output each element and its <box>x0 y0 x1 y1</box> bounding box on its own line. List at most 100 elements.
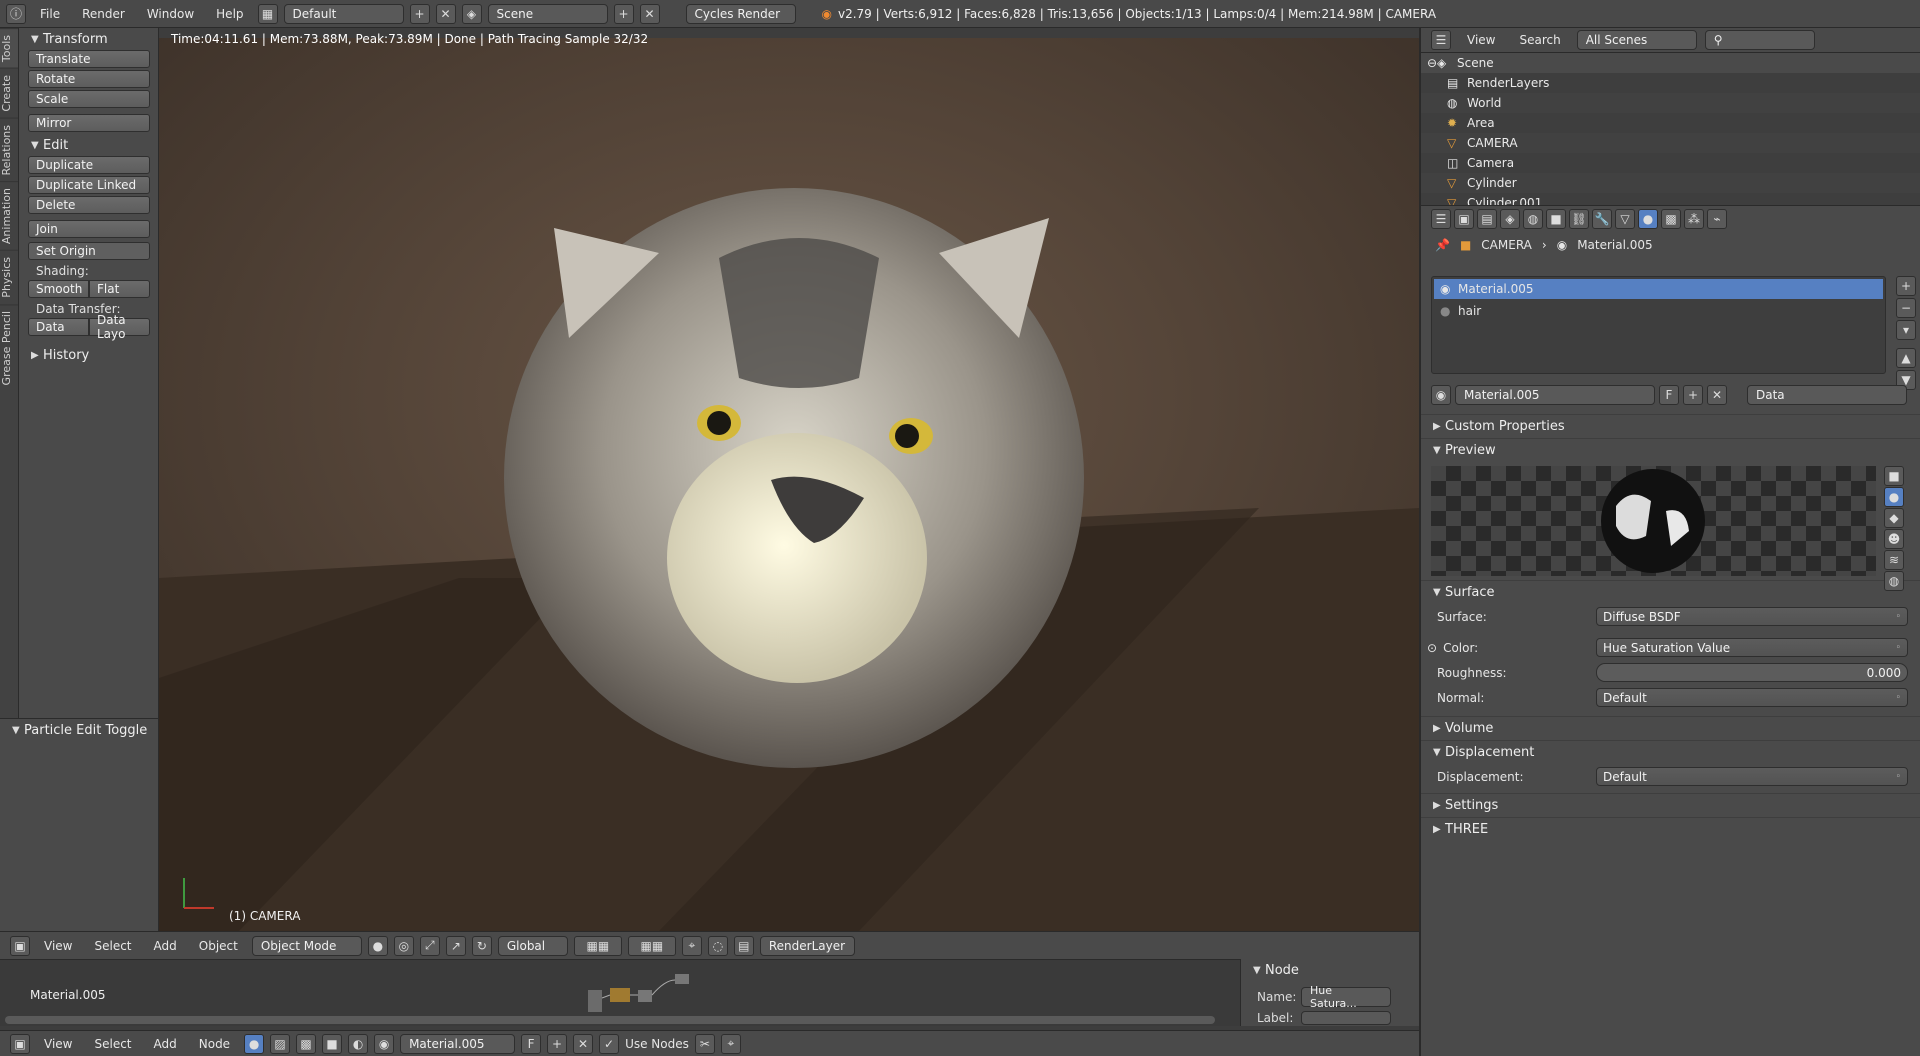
constraints-tab-icon[interactable]: ⛓ <box>1569 209 1589 229</box>
displacement-select[interactable]: Default ◦ <box>1596 767 1908 786</box>
pivot-icon[interactable]: ◎ <box>393 935 414 956</box>
outliner-row-cylinder[interactable]: ▽ Cylinder <box>1421 173 1920 193</box>
mode-select[interactable]: Object Mode <box>251 935 362 956</box>
node-material-field[interactable]: Material.005 <box>400 1033 516 1054</box>
node-scrollbar[interactable] <box>5 1016 1215 1024</box>
layers-tab-icon[interactable]: ▤ <box>1477 209 1497 229</box>
proportional-icon[interactable]: ◌ <box>707 935 728 956</box>
surface-header[interactable]: ▼ Surface <box>1421 580 1920 604</box>
smooth-button[interactable]: Smooth <box>28 280 89 298</box>
preview-header[interactable]: ▼ Preview <box>1421 438 1920 462</box>
texture-tab-icon[interactable]: ▩ <box>1661 209 1681 229</box>
shader-nodes-icon[interactable]: ● <box>244 1033 265 1054</box>
outliner-display-select[interactable]: All Scenes <box>1576 30 1697 50</box>
remove-scene-icon[interactable]: ✕ <box>639 3 660 24</box>
normal-input-select[interactable]: Default ◦ <box>1596 688 1908 707</box>
snap-icon[interactable]: ⌖ <box>681 935 702 956</box>
node-menu-add[interactable]: Add <box>146 1037 185 1051</box>
layout-field[interactable]: Default <box>283 3 404 24</box>
remove-layout-icon[interactable]: ✕ <box>435 3 456 24</box>
preview-flat-icon[interactable]: ■ <box>1884 466 1904 486</box>
vp-menu-select[interactable]: Select <box>86 939 139 953</box>
add-slot-icon[interactable]: + <box>1896 276 1916 296</box>
outliner-row-renderlayers[interactable]: ▤ RenderLayers <box>1421 73 1920 93</box>
add-layout-icon[interactable]: + <box>409 3 430 24</box>
slot-row-hair[interactable]: ● hair <box>1434 301 1883 321</box>
node-menu-select[interactable]: Select <box>86 1037 139 1051</box>
data-layout-button[interactable]: Data Layo <box>89 313 150 341</box>
outliner-row-cylinder-001[interactable]: ▽ Cylinder.001 <box>1421 193 1920 205</box>
render-tab-icon[interactable]: ▣ <box>1454 209 1474 229</box>
edit-panel-header[interactable]: ▼ Edit <box>19 134 158 156</box>
world-tab-icon[interactable]: ◍ <box>1523 209 1543 229</box>
new-material-icon[interactable]: + <box>547 1033 568 1054</box>
orientation-select[interactable]: Global <box>497 935 568 956</box>
material-fake-user-button[interactable]: F <box>1659 385 1679 405</box>
node-editor-type-icon[interactable]: ▣ <box>10 1033 30 1054</box>
menu-file[interactable]: File <box>32 7 68 21</box>
render-engine-select[interactable]: Cycles Render <box>685 3 796 24</box>
duplicate-button[interactable]: Duplicate <box>28 156 150 174</box>
link-select[interactable]: Data <box>1747 385 1907 405</box>
rotate-button[interactable]: Rotate <box>28 70 150 88</box>
material-name-field[interactable]: Material.005 <box>1455 385 1655 405</box>
modifiers-tab-icon[interactable]: 🔧 <box>1592 209 1612 229</box>
object-tab-icon[interactable]: ■ <box>1546 209 1566 229</box>
node-menu-view[interactable]: View <box>36 1037 80 1051</box>
rotate-manipulator-icon[interactable]: ↻ <box>471 935 492 956</box>
translate-manipulator-icon[interactable]: ↗ <box>445 935 466 956</box>
preview-cube-icon[interactable]: ◆ <box>1884 508 1904 528</box>
surface-shader-select[interactable]: Diffuse BSDF ◦ <box>1596 607 1908 626</box>
outliner-search-input[interactable]: ⚲ <box>1704 30 1815 50</box>
scene-icon[interactable]: ◈ <box>461 3 482 24</box>
data-tab-icon[interactable]: ▽ <box>1615 209 1635 229</box>
duplicate-linked-button[interactable]: Duplicate Linked <box>28 176 150 194</box>
outliner-row-camera-mesh[interactable]: ▽ CAMERA <box>1421 133 1920 153</box>
backdrop-icon[interactable]: ✂ <box>694 1033 715 1054</box>
manipulator-icon[interactable]: ⤢ <box>419 935 440 956</box>
preview-monkey-icon[interactable]: ☻ <box>1884 529 1904 549</box>
object-nodes-icon[interactable]: ■ <box>322 1033 343 1054</box>
scene-tab-icon[interactable]: ◈ <box>1500 209 1520 229</box>
vp-menu-object[interactable]: Object <box>191 939 246 953</box>
material-unlink-icon[interactable]: ✕ <box>1707 385 1727 405</box>
pin-icon[interactable]: 📌 <box>1435 238 1450 252</box>
preview-hair-icon[interactable]: ≋ <box>1884 550 1904 570</box>
shading-mode-icon[interactable]: ● <box>367 935 388 956</box>
displacement-header[interactable]: ▼ Displacement <box>1421 740 1920 764</box>
tab-grease-pencil[interactable]: Grease Pencil <box>0 303 18 392</box>
settings-header[interactable]: ▶ Settings <box>1421 793 1920 817</box>
editor-type-icon[interactable]: ▣ <box>10 935 30 956</box>
add-scene-icon[interactable]: + <box>613 3 634 24</box>
slot-menu-icon[interactable]: ▾ <box>1896 320 1916 340</box>
render-layer-icon[interactable]: ▤ <box>733 935 754 956</box>
history-panel-header[interactable]: ▶ History <box>19 344 158 366</box>
layout-icon[interactable]: ▦ <box>257 3 278 24</box>
remove-slot-icon[interactable]: − <box>1896 298 1916 318</box>
compositing-nodes-icon[interactable]: ▨ <box>270 1033 291 1054</box>
mirror-button[interactable]: Mirror <box>28 114 150 132</box>
properties-type-icon[interactable]: ☰ <box>1431 209 1451 229</box>
move-up-icon[interactable]: ▲ <box>1896 348 1916 368</box>
node-menu-node[interactable]: Node <box>191 1037 238 1051</box>
render-viewport[interactable] <box>159 38 1419 931</box>
outliner-row-world[interactable]: ◍ World <box>1421 93 1920 113</box>
particles-tab-icon[interactable]: ⁂ <box>1684 209 1704 229</box>
node-name-field[interactable]: Hue Satura... <box>1301 984 1391 1010</box>
outliner-menu-search[interactable]: Search <box>1511 33 1568 47</box>
roughness-slider[interactable]: 0.000 <box>1596 663 1908 682</box>
material-slot-icon[interactable]: ◉ <box>374 1033 395 1054</box>
menu-help[interactable]: Help <box>208 7 251 21</box>
three-header[interactable]: ▶ THREE <box>1421 817 1920 841</box>
preview-world-icon[interactable]: ◍ <box>1884 571 1904 591</box>
texture-nodes-icon[interactable]: ▩ <box>296 1033 317 1054</box>
vp-menu-view[interactable]: View <box>36 939 80 953</box>
custom-properties-header[interactable]: ▶ Custom Properties <box>1421 414 1920 438</box>
outliner-type-icon[interactable]: ☰ <box>1431 30 1451 50</box>
set-origin-dropdown[interactable]: Set Origin <box>28 242 150 260</box>
color-input-select[interactable]: Hue Saturation Value ◦ <box>1596 638 1908 657</box>
join-button[interactable]: Join <box>28 220 150 238</box>
scene-field[interactable]: Scene <box>487 3 608 24</box>
outliner-row-area[interactable]: ✹ Area <box>1421 113 1920 133</box>
outliner-row-camera[interactable]: ◫ Camera <box>1421 153 1920 173</box>
